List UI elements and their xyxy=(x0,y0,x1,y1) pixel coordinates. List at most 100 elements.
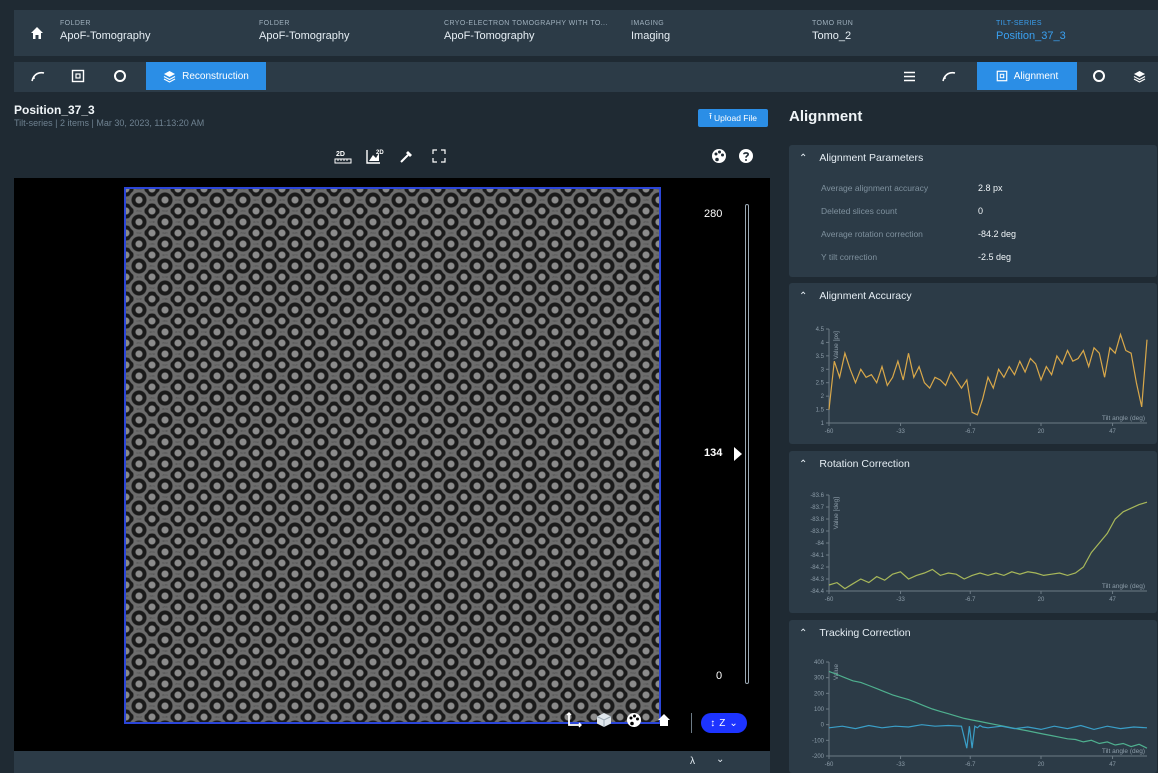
chevron-up-icon: ⌃ xyxy=(799,458,808,470)
axis-arrow-icon: ↕ xyxy=(710,717,716,729)
fullscreen-button[interactable] xyxy=(430,148,448,164)
cube-button[interactable] xyxy=(596,712,612,728)
breadcrumb-value: ApoF-Tomography xyxy=(259,30,350,42)
tab-reconstruction[interactable]: Reconstruction xyxy=(146,62,266,90)
tracking-correction-chart: 400 300 200 100 0 -100 -200-60 -33 -6.7 20 47 Tilt … xyxy=(812,660,1148,768)
tilt-curve-button-right[interactable] xyxy=(932,62,966,90)
divider xyxy=(691,713,692,733)
image-2d-icon: 2D xyxy=(366,150,384,164)
slice-max-label: 280 xyxy=(704,208,723,220)
breadcrumb-key: TOMO RUN xyxy=(812,20,854,27)
breadcrumb-item-tomo-run[interactable]: TOMO RUN Tomo_2 xyxy=(812,10,853,56)
upload-file-button[interactable]: ⭱ Upload File xyxy=(698,109,768,127)
card-title: Rotation Correction xyxy=(819,458,910,470)
circle-button-right[interactable] xyxy=(1082,62,1116,90)
slice-slider[interactable] xyxy=(745,204,749,684)
palette-button[interactable] xyxy=(711,148,727,169)
axis-select[interactable]: ↕ Z ⌄ xyxy=(701,713,747,733)
y-tick-label: 3 xyxy=(821,367,825,373)
y-tick-label: 0 xyxy=(821,723,825,729)
y-tick-label: 400 xyxy=(814,660,825,666)
card-header[interactable]: ⌃ Rotation Correction xyxy=(789,451,1157,477)
y-tick-label: -84.3 xyxy=(810,577,824,583)
alignment-accuracy-chart: 1 1.5 2 2.5 3 3.5 4 4.5 -60 -33 -6.7 20 47 Tilt angle… xyxy=(816,327,1148,435)
image-2d-label: 2D xyxy=(376,150,384,156)
card-header[interactable]: ⌃ Alignment Parameters xyxy=(789,145,1157,171)
y-tick-label: 4.5 xyxy=(816,327,825,333)
tracking-correction-card: ⌃ Tracking Correction 400 300 200 100 0 -100 -2… xyxy=(789,620,1157,773)
breadcrumb-value: ApoF-Tomography xyxy=(444,30,535,42)
chevron-up-icon: ⌃ xyxy=(799,152,808,164)
toolbar: Reconstruction Alignment xyxy=(14,62,1158,92)
viewer-bottom-tools xyxy=(566,712,672,728)
help-button[interactable] xyxy=(738,148,754,169)
series-line xyxy=(828,332,1148,416)
param-label: Average rotation correction xyxy=(821,229,923,239)
y-tick-label: 2.5 xyxy=(816,381,825,387)
breadcrumb-item-imaging[interactable]: IMAGING Imaging xyxy=(631,10,670,56)
tilt-curve-button[interactable] xyxy=(20,62,56,90)
list-button[interactable] xyxy=(892,62,926,90)
chevron-up-icon: ⌃ xyxy=(799,627,808,639)
param-value: -2.5 deg xyxy=(978,252,1012,262)
breadcrumb-item-folder-2[interactable]: FOLDER ApoF-Tomography xyxy=(259,10,350,56)
palette-button-bottom[interactable] xyxy=(626,712,642,728)
y-tick-label: 2 xyxy=(821,394,825,400)
slice-current-label: 134 xyxy=(704,447,723,460)
x-tick-label: -6.7 xyxy=(965,429,976,435)
alignment-parameters-card: ⌃ Alignment Parameters Average alignment … xyxy=(789,145,1157,277)
rotation-correction-card: ⌃ Rotation Correction -83.6 -83.7 -83.8 -83.… xyxy=(789,451,1157,613)
breadcrumb-key: TILT-SERIES xyxy=(996,20,1042,27)
slice-slider-handle[interactable] xyxy=(734,447,742,462)
y-tick-label: -84.4 xyxy=(810,589,824,595)
x-axis-label: Tilt angle (deg) xyxy=(1102,748,1145,755)
y-tick-label: 1 xyxy=(821,421,825,427)
x-tick-label: -33 xyxy=(896,429,905,435)
layers-icon xyxy=(163,70,176,83)
palette-icon xyxy=(712,149,726,163)
breadcrumb-item-folder-1[interactable]: FOLDER ApoF-Tomography xyxy=(60,10,151,56)
home-button[interactable] xyxy=(14,10,60,56)
frame-button[interactable] xyxy=(60,62,96,90)
x-axis-label: Tilt angle (deg) xyxy=(1102,583,1145,590)
param-value: 0 xyxy=(978,206,984,216)
card-header[interactable]: ⌃ Alignment Accuracy xyxy=(789,283,1157,309)
ruler-2d-label: 2D xyxy=(336,151,345,158)
chevron-down-icon: ⌄ xyxy=(729,717,738,729)
x-tick-label: -6.7 xyxy=(965,762,976,768)
viewer-toolbar: 2D 2D xyxy=(334,148,448,164)
x-tick-label: 47 xyxy=(1109,597,1116,603)
frame-icon xyxy=(71,69,85,83)
axes-button[interactable] xyxy=(566,712,582,728)
breadcrumb-value: ApoF-Tomography xyxy=(60,30,151,42)
eyedropper-button[interactable] xyxy=(398,148,416,164)
x-tick-label: -6.7 xyxy=(965,597,976,603)
tomogram-viewer[interactable]: 280 134 0 ↕ Z ⌄ xyxy=(14,178,770,751)
lambda-button[interactable]: λ xyxy=(690,756,695,767)
breadcrumb-item-tilt-series[interactable]: TILT-SERIES Position_37_3 xyxy=(996,10,1066,56)
y-tick-label: -84 xyxy=(815,541,824,547)
chevron-down-icon[interactable]: ⌄ xyxy=(716,754,724,765)
tilt-curve-icon xyxy=(942,71,956,82)
card-header[interactable]: ⌃ Tracking Correction xyxy=(789,620,1157,646)
y-tick-label: 4 xyxy=(821,340,825,346)
axes-icon xyxy=(566,712,582,728)
x-tick-label: -60 xyxy=(825,762,834,768)
y-tick-label: -83.9 xyxy=(810,529,824,535)
y-axis-label: Value [deg] xyxy=(833,497,840,530)
reset-view-button[interactable] xyxy=(656,712,672,728)
y-tick-label: 1.5 xyxy=(816,408,825,414)
breadcrumb-item-project[interactable]: CRYO-ELECTRON TOMOGRAPHY WITH TO... ApoF… xyxy=(444,10,608,56)
x-tick-label: 20 xyxy=(1038,429,1045,435)
measure-2d-button[interactable]: 2D xyxy=(334,148,352,164)
y-tick-label: -83.6 xyxy=(810,493,824,499)
x-tick-label: 47 xyxy=(1109,429,1116,435)
card-title: Tracking Correction xyxy=(819,627,911,639)
card-title: Alignment Parameters xyxy=(819,152,924,164)
tomogram-image[interactable] xyxy=(124,187,661,724)
tab-alignment[interactable]: Alignment xyxy=(977,62,1077,90)
layers-button[interactable] xyxy=(1122,62,1156,90)
y-axis-label: Value [px] xyxy=(833,331,840,360)
circle-button[interactable] xyxy=(102,62,138,90)
histogram-2d-button[interactable]: 2D xyxy=(366,148,384,164)
